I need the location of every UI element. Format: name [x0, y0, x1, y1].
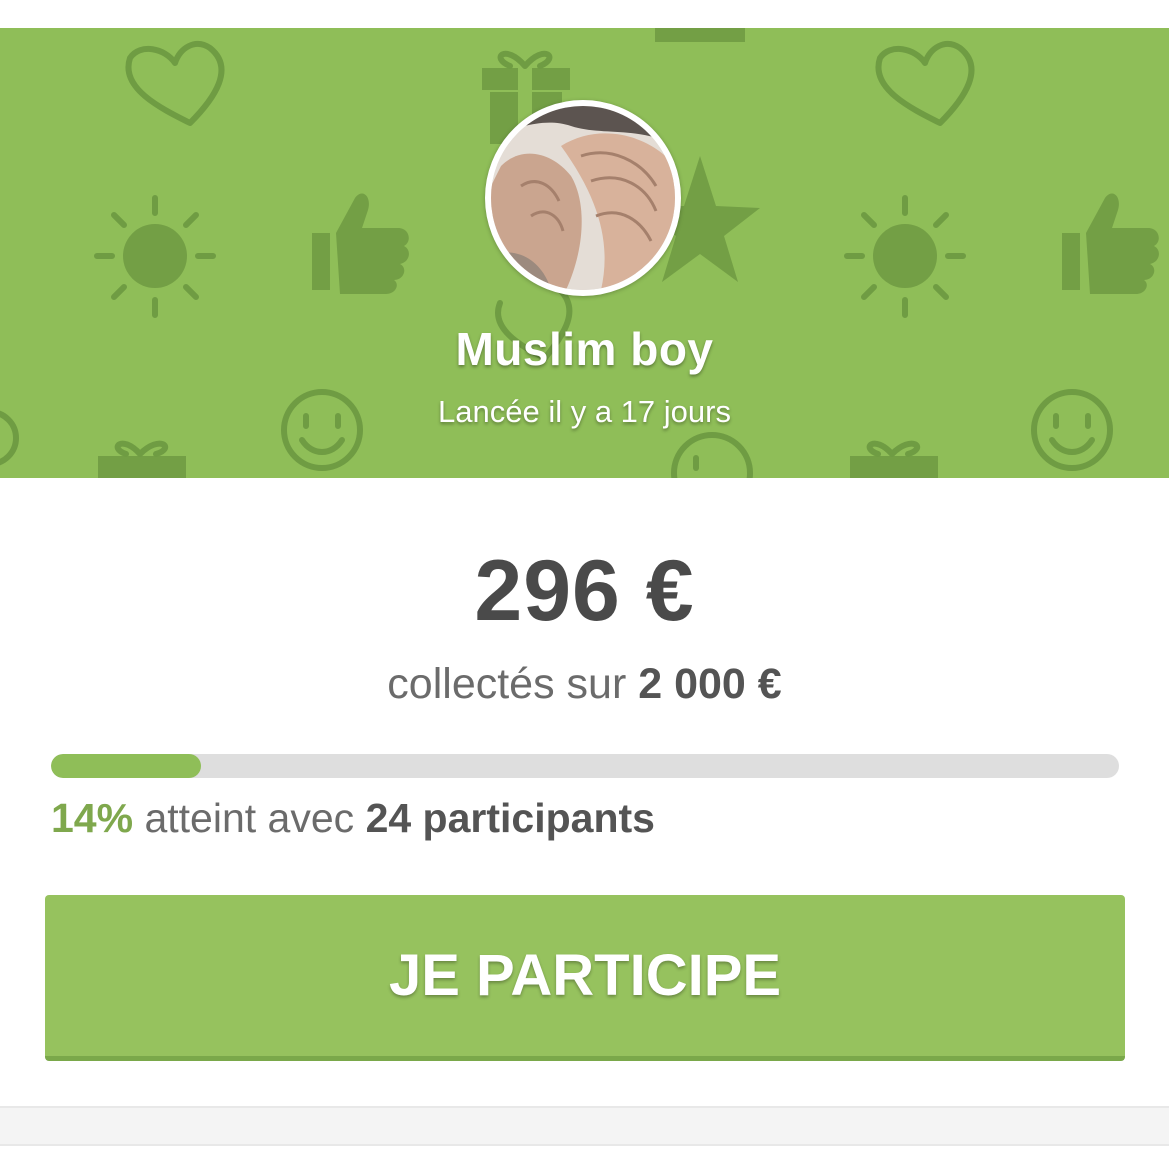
sun-icon: [94, 195, 216, 318]
sun-icon: [844, 195, 966, 318]
smiley-icon: [671, 432, 753, 478]
campaign-title: Muslim boy: [455, 323, 714, 375]
thumbs-up-icon: [312, 193, 409, 294]
campaign-avatar[interactable]: [485, 100, 681, 296]
participate-button[interactable]: JE PARTICIPE: [45, 895, 1125, 1061]
gift-icon: [850, 440, 938, 478]
praying-hands-photo: [491, 106, 675, 290]
campaign-launch-date: Lancée il y a 17 jours: [438, 394, 731, 429]
participants-count: 24 participants: [365, 795, 655, 841]
reached-text: atteint avec: [144, 795, 355, 841]
percent-reached: 14%: [51, 795, 134, 841]
campaign-banner: Muslim boy Lancée il y a 17 jours: [0, 28, 1169, 478]
heart-icon: [125, 41, 225, 126]
section-divider: [0, 1106, 1169, 1146]
funding-progress-bar: [51, 754, 1119, 778]
funding-progress-fill: [51, 754, 201, 778]
goal-line: collectés sur 2 000 €: [0, 660, 1169, 709]
goal-amount: 2 000 €: [638, 660, 782, 708]
gift-icon: [655, 28, 745, 42]
gift-icon: [98, 440, 186, 478]
funding-stats: 14% atteint avec 24 participants: [51, 795, 655, 842]
goal-prefix: collectés sur: [387, 660, 627, 708]
heart-icon: [875, 41, 975, 126]
thumbs-up-icon: [1062, 193, 1159, 294]
collected-amount: 296 €: [474, 543, 695, 639]
